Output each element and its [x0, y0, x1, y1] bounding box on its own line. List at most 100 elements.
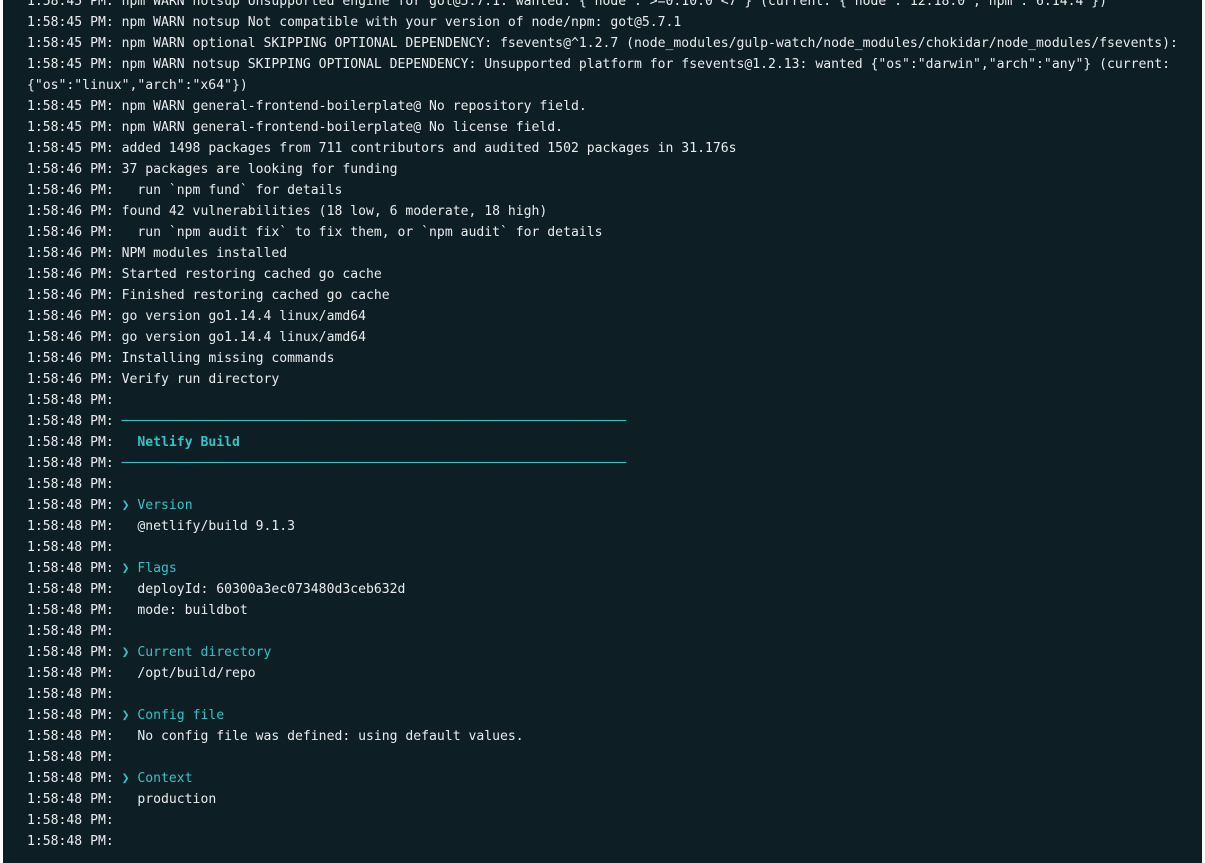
- log-timestamp: 1:58:46 PM:: [27, 225, 122, 240]
- log-message: No config file was defined: using defaul…: [121, 729, 524, 744]
- log-section-title: Flags: [137, 561, 177, 576]
- log-section-title: Config file: [137, 708, 225, 723]
- log-timestamp: 1:58:48 PM:: [27, 834, 122, 849]
- log-timestamp: 1:58:46 PM:: [27, 351, 122, 366]
- log-line: 1:58:46 PM: run `npm audit fix` to fix t…: [27, 222, 1202, 243]
- log-line: 1:58:46 PM: Installing missing commands: [27, 348, 1202, 369]
- log-line: 1:58:48 PM:: [27, 390, 1202, 411]
- log-message: Installing missing commands: [121, 351, 335, 366]
- log-timestamp: 1:58:48 PM:: [27, 393, 122, 408]
- log-message: npm WARN optional SKIPPING OPTIONAL DEPE…: [121, 36, 1178, 51]
- log-line: 1:58:48 PM: ────────────────────────────…: [27, 411, 1202, 432]
- log-message: go version go1.14.4 linux/amd64: [121, 330, 366, 345]
- log-section-title: Version: [137, 498, 193, 513]
- log-timestamp: 1:58:46 PM:: [27, 330, 122, 345]
- log-timestamp: 1:58:45 PM:: [27, 36, 122, 51]
- log-line: 1:58:45 PM: npm WARN general-frontend-bo…: [27, 96, 1202, 117]
- log-timestamp: 1:58:48 PM:: [27, 792, 122, 807]
- log-message: mode: buildbot: [121, 603, 248, 618]
- log-timestamp: 1:58:46 PM:: [27, 288, 122, 303]
- log-timestamp: 1:58:48 PM:: [27, 498, 122, 513]
- log-message: run `npm audit fix` to fix them, or `npm…: [121, 225, 603, 240]
- log-line: 1:58:48 PM:: [27, 474, 1202, 495]
- log-message: found 42 vulnerabilities (18 low, 6 mode…: [121, 204, 548, 219]
- log-message: npm WARN notsup SKIPPING OPTIONAL DEPEND…: [27, 57, 1178, 93]
- log-timestamp: 1:58:48 PM:: [27, 477, 122, 492]
- log-line: 1:58:48 PM: ❯ Current directory: [27, 642, 1202, 663]
- log-line: 1:58:48 PM: @netlify/build 9.1.3: [27, 516, 1202, 537]
- log-line: 1:58:46 PM: Started restoring cached go …: [27, 264, 1202, 285]
- log-timestamp: 1:58:48 PM:: [27, 603, 122, 618]
- log-line: 1:58:48 PM:: [27, 684, 1202, 705]
- log-message: NPM modules installed: [121, 246, 288, 261]
- log-message: 37 packages are looking for funding: [121, 162, 398, 177]
- log-message: production: [121, 792, 217, 807]
- log-timestamp: 1:58:46 PM:: [27, 162, 122, 177]
- log-timestamp: 1:58:46 PM:: [27, 309, 122, 324]
- log-timestamp: 1:58:45 PM:: [27, 141, 122, 156]
- log-timestamp: 1:58:48 PM:: [27, 624, 122, 639]
- log-line: 1:58:46 PM: 37 packages are looking for …: [27, 159, 1202, 180]
- log-line: 1:58:46 PM: go version go1.14.4 linux/am…: [27, 327, 1202, 348]
- log-message: added 1498 packages from 711 contributor…: [121, 141, 737, 156]
- log-timestamp: 1:58:48 PM:: [27, 414, 122, 429]
- log-timestamp: 1:58:46 PM:: [27, 204, 122, 219]
- log-line: 1:58:45 PM: npm WARN general-frontend-bo…: [27, 117, 1202, 138]
- log-divider: ────────────────────────────────────────…: [121, 414, 627, 429]
- log-timestamp: 1:58:48 PM:: [27, 708, 122, 723]
- log-line: 1:58:48 PM: Netlify Build: [27, 432, 1202, 453]
- log-line: 1:58:48 PM:: [27, 621, 1202, 642]
- log-message: Started restoring cached go cache: [121, 267, 382, 282]
- log-heading: Netlify Build: [137, 435, 240, 450]
- log-timestamp: 1:58:48 PM:: [27, 750, 122, 765]
- log-line: 1:58:46 PM: Verify run directory: [27, 369, 1202, 390]
- log-line: 1:58:48 PM:: [27, 810, 1202, 831]
- chevron-right-icon: ❯: [121, 561, 138, 576]
- log-line: 1:58:45 PM: npm WARN notsup Unsupported …: [27, 0, 1202, 12]
- log-timestamp: 1:58:48 PM:: [27, 645, 122, 660]
- log-message: npm WARN general-frontend-boilerplate@ N…: [121, 120, 564, 135]
- log-line: 1:58:46 PM: go version go1.14.4 linux/am…: [27, 306, 1202, 327]
- log-timestamp: 1:58:46 PM:: [27, 246, 122, 261]
- log-line: 1:58:45 PM: npm WARN optional SKIPPING O…: [27, 33, 1202, 54]
- log-line: 1:58:46 PM: found 42 vulnerabilities (18…: [27, 201, 1202, 222]
- log-line: 1:58:48 PM: ❯ Version: [27, 495, 1202, 516]
- log-divider: ────────────────────────────────────────…: [121, 456, 627, 471]
- log-line: 1:58:48 PM: ────────────────────────────…: [27, 453, 1202, 474]
- log-timestamp: 1:58:45 PM:: [27, 99, 122, 114]
- log-timestamp: 1:58:46 PM:: [27, 372, 122, 387]
- log-line: 1:58:46 PM: run `npm fund` for details: [27, 180, 1202, 201]
- log-section-title: Context: [137, 771, 193, 786]
- log-line: 1:58:48 PM: ❯ Context: [27, 768, 1202, 789]
- log-message: Verify run directory: [121, 372, 280, 387]
- log-message: run `npm fund` for details: [121, 183, 343, 198]
- log-line: 1:58:45 PM: npm WARN notsup Not compatib…: [27, 12, 1202, 33]
- log-timestamp: 1:58:48 PM:: [27, 729, 122, 744]
- log-message: npm WARN notsup Not compatible with your…: [121, 15, 682, 30]
- log-line: 1:58:48 PM: deployId: 60300a3ec073480d3c…: [27, 579, 1202, 600]
- log-message: deployId: 60300a3ec073480d3ceb632d: [121, 582, 406, 597]
- deploy-log-panel[interactable]: 1:58:45 PM: npm WARN notsup Unsupported …: [3, 0, 1202, 863]
- log-timestamp: 1:58:45 PM:: [27, 120, 122, 135]
- log-line: 1:58:45 PM: npm WARN notsup SKIPPING OPT…: [27, 54, 1202, 96]
- log-message: @netlify/build 9.1.3: [121, 519, 296, 534]
- log-message: Finished restoring cached go cache: [121, 288, 390, 303]
- log-line: 1:58:48 PM:: [27, 831, 1202, 852]
- log-timestamp: 1:58:48 PM:: [27, 813, 122, 828]
- log-line: 1:58:45 PM: added 1498 packages from 711…: [27, 138, 1202, 159]
- log-message: npm WARN general-frontend-boilerplate@ N…: [121, 99, 587, 114]
- log-timestamp: 1:58:48 PM:: [27, 666, 122, 681]
- log-timestamp: 1:58:46 PM:: [27, 267, 122, 282]
- log-message: go version go1.14.4 linux/amd64: [121, 309, 366, 324]
- log-message: npm WARN notsup Unsupported engine for g…: [121, 0, 1107, 9]
- log-timestamp: 1:58:48 PM:: [27, 456, 122, 471]
- log-timestamp: 1:58:48 PM:: [27, 519, 122, 534]
- log-line: 1:58:46 PM: NPM modules installed: [27, 243, 1202, 264]
- log-line: 1:58:46 PM: Finished restoring cached go…: [27, 285, 1202, 306]
- log-timestamp: 1:58:48 PM:: [27, 582, 122, 597]
- log-timestamp: 1:58:48 PM:: [27, 435, 122, 450]
- log-line: 1:58:48 PM: production: [27, 789, 1202, 810]
- log-timestamp: 1:58:48 PM:: [27, 540, 122, 555]
- log-timestamp: 1:58:46 PM:: [27, 183, 122, 198]
- log-line: 1:58:48 PM: ❯ Config file: [27, 705, 1202, 726]
